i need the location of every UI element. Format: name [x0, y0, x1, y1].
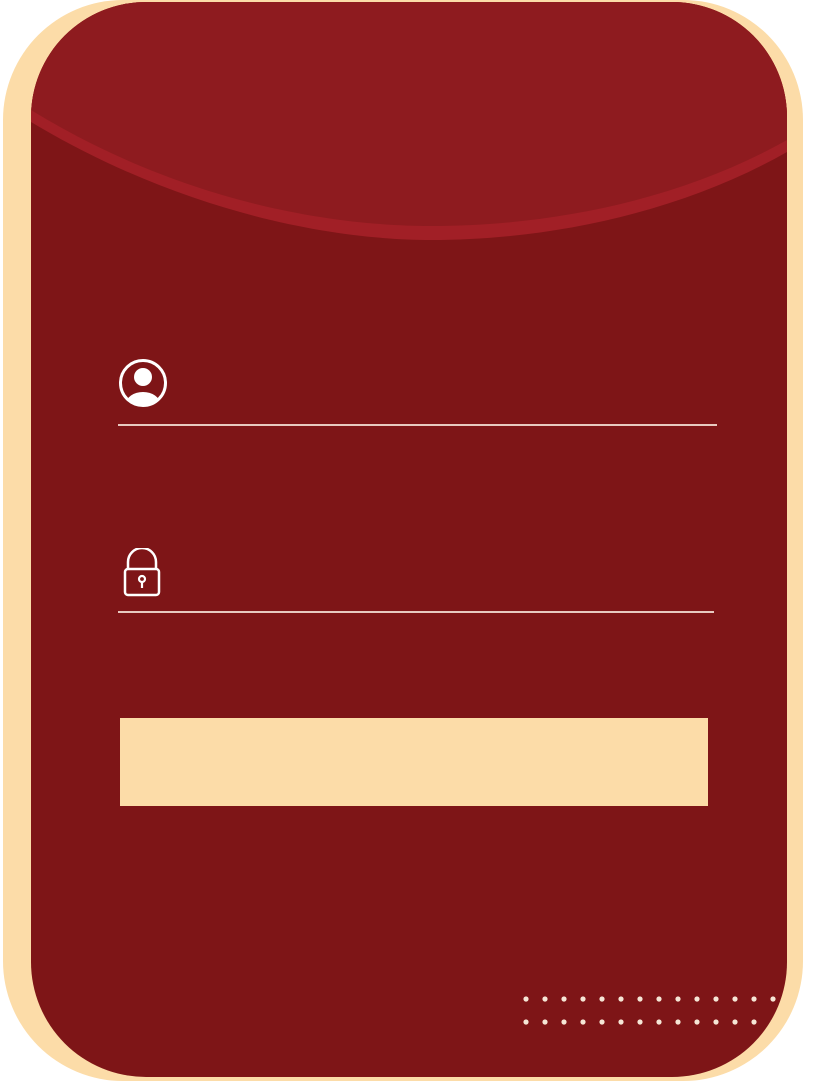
username-underline: [118, 424, 717, 426]
password-underline: [118, 611, 714, 613]
dot-grid-decoration: [523, 996, 776, 1025]
lock-icon: [118, 546, 168, 605]
card-border: [3, 0, 803, 1081]
username-field: [118, 358, 718, 428]
password-field: [118, 546, 718, 614]
user-circle-icon: [118, 358, 168, 413]
password-input[interactable]: [188, 548, 712, 600]
header-curve: [31, 2, 787, 240]
username-input[interactable]: [188, 358, 712, 410]
login-button[interactable]: [120, 718, 708, 806]
login-card: [31, 2, 787, 1077]
